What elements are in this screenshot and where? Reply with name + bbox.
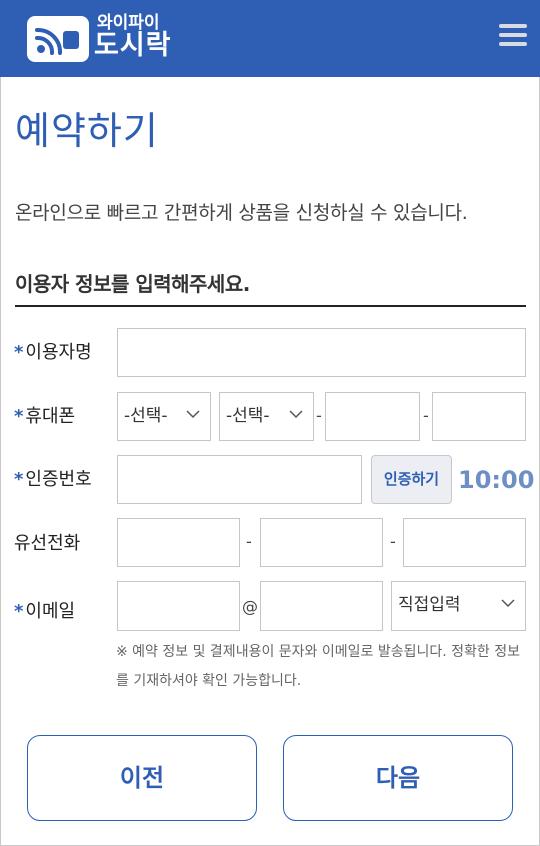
chevron-down-icon <box>289 410 303 419</box>
mobile-carrier-select[interactable]: -선택- <box>219 392 314 441</box>
name-label: * 이용자명 <box>14 342 92 363</box>
separator: - <box>390 532 396 551</box>
mobile-prefix-select[interactable]: -선택- <box>117 392 211 441</box>
separator: - <box>246 532 252 551</box>
prev-button[interactable]: 이전 <box>27 735 257 821</box>
email-label: * 이메일 <box>14 601 76 622</box>
mobile-last-input[interactable] <box>432 392 526 441</box>
mobile-middle-input[interactable] <box>325 392 420 441</box>
landline-middle-input[interactable] <box>260 518 383 567</box>
next-button[interactable]: 다음 <box>283 735 513 821</box>
page-description: 온라인으로 빠르고 간편하게 상품을 신청하실 수 있습니다. <box>15 202 468 224</box>
at-sign: @ <box>242 597 258 616</box>
mobile-label: * 휴대폰 <box>14 406 76 427</box>
page-title: 예약하기 <box>15 109 159 153</box>
chevron-down-icon <box>186 410 200 419</box>
required-mark: * <box>14 342 24 363</box>
landline-label: 유선전화 <box>14 533 81 554</box>
chevron-down-icon <box>501 599 515 608</box>
auth-code-input[interactable] <box>117 455 362 504</box>
name-input[interactable] <box>117 328 526 377</box>
wifi-logo-icon <box>27 16 89 62</box>
required-mark: * <box>14 469 24 490</box>
mobile-prefix-value: -선택- <box>124 406 168 426</box>
mobile-carrier-value: -선택- <box>226 406 270 426</box>
separator: - <box>316 406 322 425</box>
auth-timer: 10:00 <box>458 466 535 494</box>
landline-area-input[interactable] <box>117 518 240 567</box>
email-domain-value: 직접입력 <box>398 595 461 615</box>
email-local-input[interactable] <box>117 581 240 631</box>
email-domain-input[interactable] <box>260 581 383 631</box>
required-mark: * <box>14 601 24 622</box>
landline-last-input[interactable] <box>403 518 526 567</box>
auth-code-label: * 인증번호 <box>14 469 92 490</box>
section-heading: 이용자 정보를 입력해주세요. <box>15 272 250 296</box>
logo-text-big: 도시락 <box>94 30 172 61</box>
hamburger-icon[interactable] <box>499 24 527 48</box>
required-mark: * <box>14 406 24 427</box>
separator: - <box>423 406 429 425</box>
email-domain-select[interactable]: 직접입력 <box>391 581 526 631</box>
request-auth-button[interactable]: 인증하기 <box>371 455 452 504</box>
section-divider <box>15 305 526 307</box>
notice-text: ※ 예약 정보 및 결제내용이 문자와 이메일로 발송됩니다. 정확한 정보를 … <box>116 644 520 689</box>
app-header: 와이파이 도시락 <box>0 0 540 77</box>
